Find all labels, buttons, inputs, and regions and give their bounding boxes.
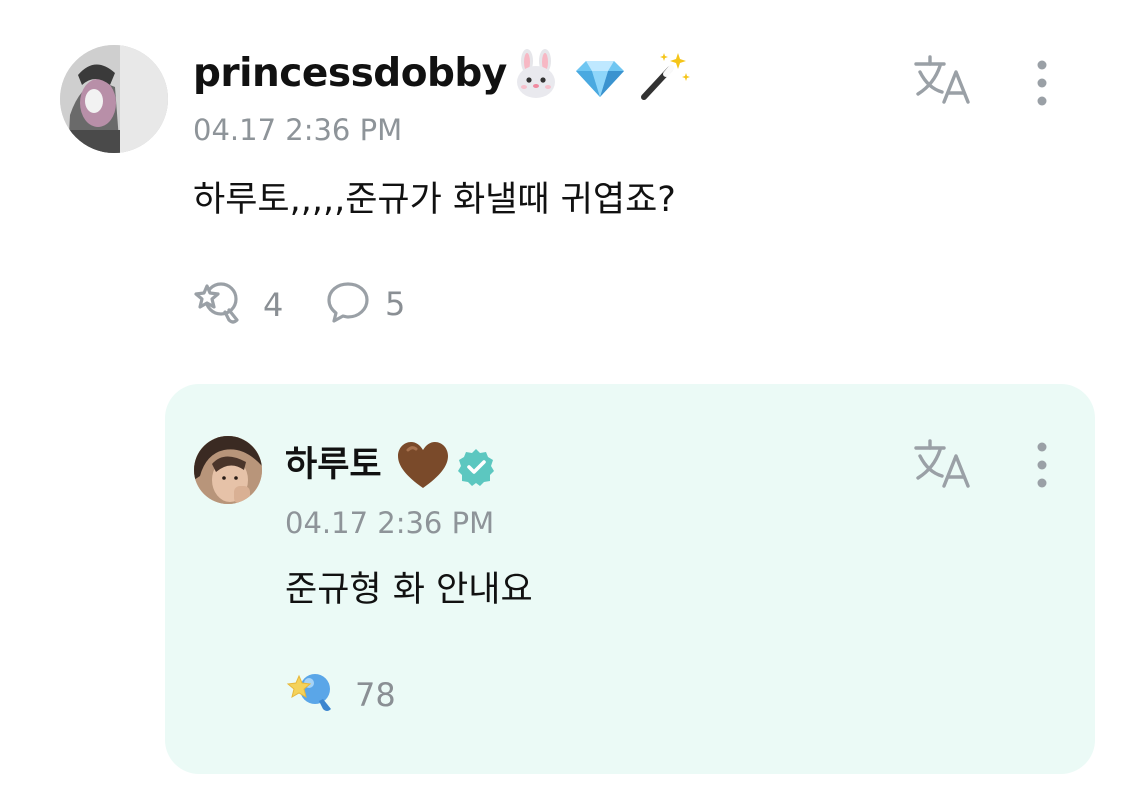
like-count: 4 — [263, 286, 284, 324]
rabbit-face-icon — [510, 49, 562, 101]
magic-wand-icon — [638, 49, 690, 101]
more-options-button[interactable] — [1030, 440, 1054, 490]
avatar[interactable] — [60, 45, 168, 153]
like-count: 78 — [355, 676, 396, 714]
translate-icon[interactable] — [910, 52, 976, 108]
reply-text: 준규형 화 안내요 — [285, 570, 533, 610]
comment-count: 5 — [385, 285, 406, 323]
translate-icon[interactable] — [910, 436, 976, 492]
gem-icon — [574, 49, 626, 101]
post-text: 하루토,,,,,준규가 화낼때 귀엽죠? — [193, 180, 676, 220]
like-button[interactable]: 4 — [193, 280, 283, 330]
artist-username[interactable]: 하루토 — [285, 440, 382, 490]
artist-avatar[interactable] — [194, 436, 262, 504]
star-bubble-like-icon — [285, 670, 341, 720]
comment-button[interactable]: 5 — [325, 280, 405, 328]
badge-row — [510, 46, 690, 104]
star-bubble-like-icon — [193, 280, 249, 330]
verified-badge-icon — [456, 447, 496, 487]
timestamp: 04.17 2:36 PM — [285, 506, 495, 540]
speech-bubble-icon — [325, 280, 371, 328]
timestamp: 04.17 2:36 PM — [193, 113, 403, 147]
like-button[interactable]: 78 — [285, 670, 396, 720]
brown-heart-icon — [396, 440, 450, 492]
more-options-button[interactable] — [1030, 58, 1054, 108]
username[interactable]: princessdobby — [193, 46, 507, 102]
